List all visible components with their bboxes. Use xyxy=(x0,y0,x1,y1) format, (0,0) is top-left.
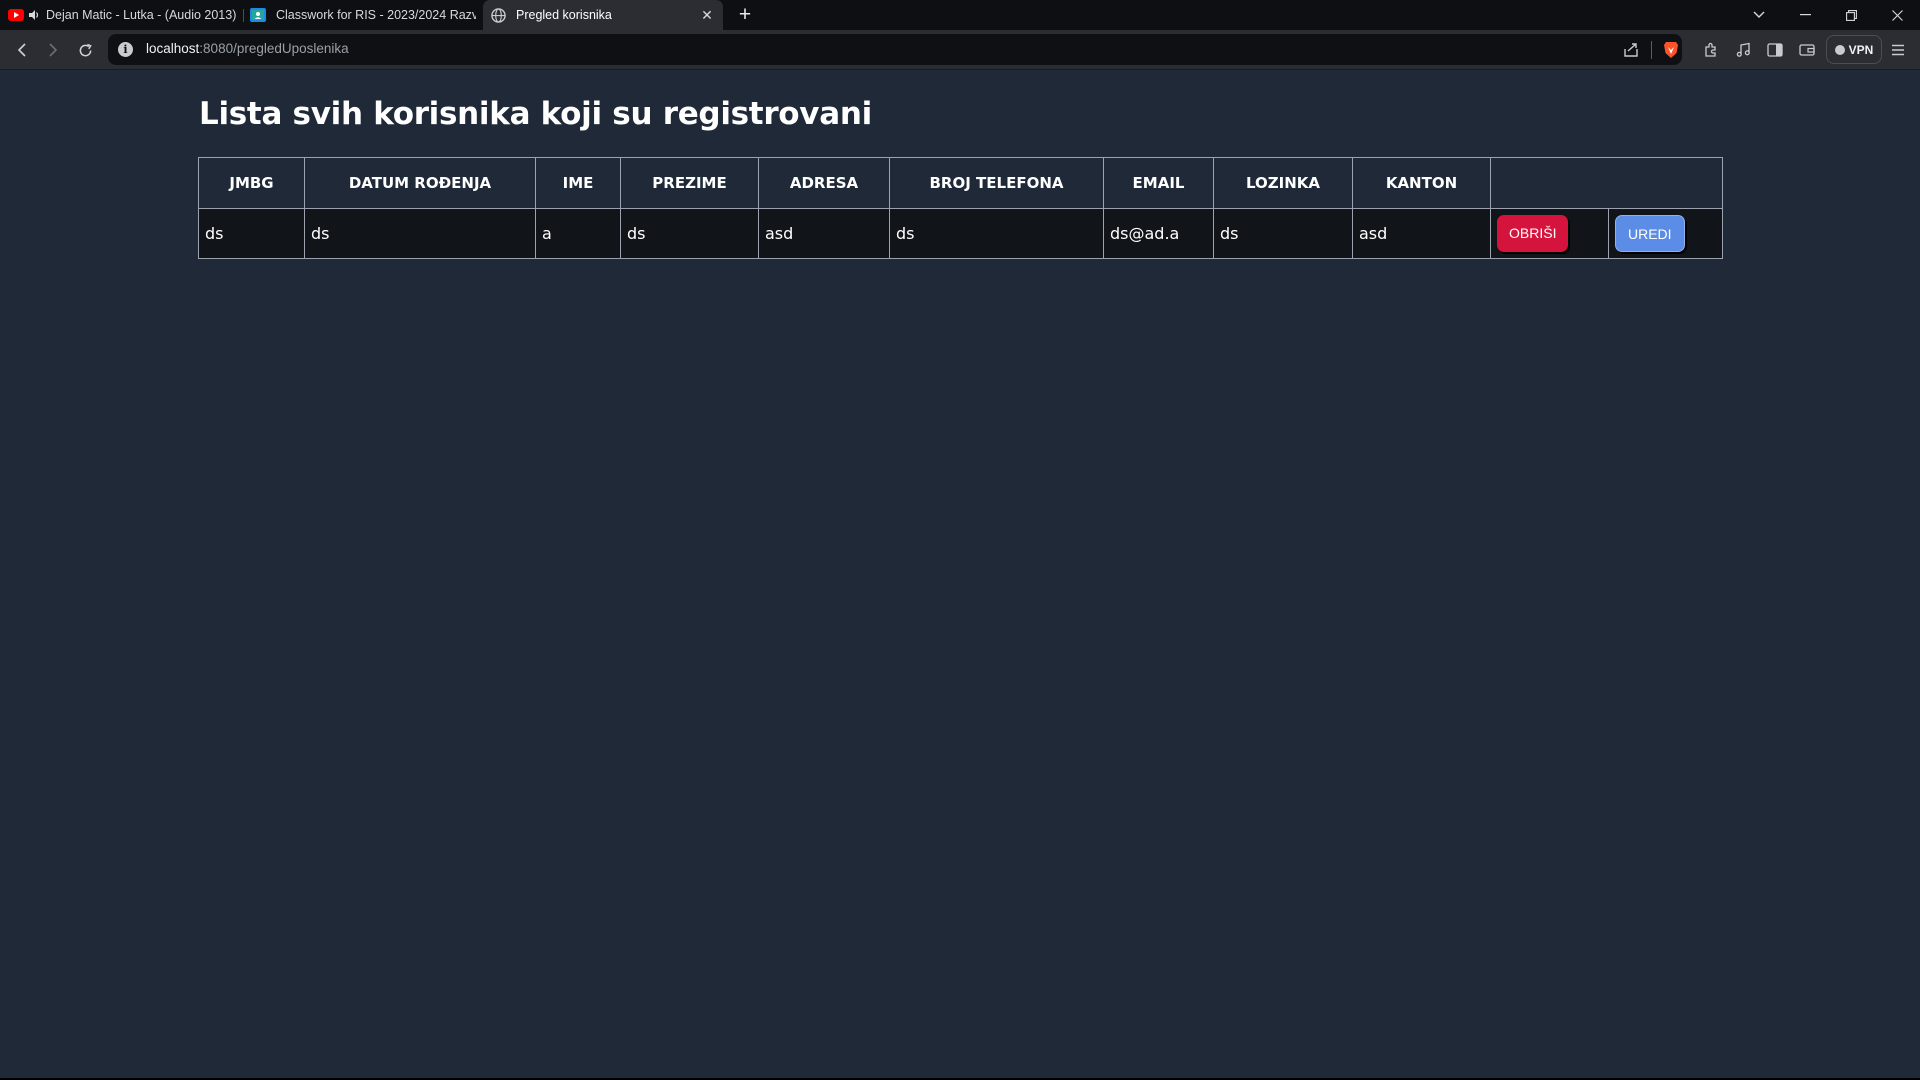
page-content: Lista svih korisnika koji su registrovan… xyxy=(0,70,1920,1078)
cell-jmbg: ds xyxy=(198,208,305,259)
close-window-icon[interactable] xyxy=(1874,0,1920,30)
vpn-status-icon xyxy=(1834,44,1845,55)
vpn-label: VPN xyxy=(1848,42,1874,57)
tab-title: Classwork for RIS - 2023/2024 Razvoj xyxy=(276,8,476,22)
table-row: ds ds a ds asd ds ds@ad.a ds asd OBRIŠI … xyxy=(198,208,1723,259)
page-title: Lista svih korisnika koji su registrovan… xyxy=(199,96,872,132)
brave-shields-icon[interactable] xyxy=(1662,41,1680,59)
browser-toolbar: i localhost:8080/pregledUposlenika VPN xyxy=(0,30,1920,70)
cell-edit: UREDI xyxy=(1608,208,1723,259)
column-header-adresa: ADRESA xyxy=(758,157,890,209)
tab-title: Dejan Matic - Lutka - (Audio 2013) xyxy=(46,8,237,22)
cell-prezime: ds xyxy=(620,208,759,259)
omnibox-divider xyxy=(1651,41,1652,59)
url-text: localhost:8080/pregledUposlenika xyxy=(146,41,349,56)
new-tab-button[interactable]: + xyxy=(734,4,756,26)
close-icon[interactable]: ✕ xyxy=(699,7,715,23)
minimize-icon[interactable] xyxy=(1782,0,1828,30)
cell-delete: OBRIŠI xyxy=(1490,208,1609,259)
reload-icon[interactable] xyxy=(73,38,97,62)
tab-youtube[interactable]: Dejan Matic - Lutka - (Audio 2013) xyxy=(8,0,238,30)
site-info-icon[interactable]: i xyxy=(118,42,133,57)
cell-lozinka: ds xyxy=(1213,208,1353,259)
edit-button[interactable]: UREDI xyxy=(1615,215,1685,252)
wallet-icon[interactable] xyxy=(1797,40,1817,60)
column-header-kanton: KANTON xyxy=(1352,157,1491,209)
tab-classroom[interactable]: Classwork for RIS - 2023/2024 Razvoj xyxy=(250,0,476,30)
cell-email: ds@ad.a xyxy=(1103,208,1214,259)
table-header-row: JMBG DATUM ROĐENJA IME PREZIME ADRESA BR… xyxy=(198,157,1723,209)
tab-search-chevron-icon[interactable] xyxy=(1736,0,1782,30)
delete-button[interactable]: OBRIŠI xyxy=(1497,215,1569,252)
classroom-icon xyxy=(250,7,266,23)
youtube-icon xyxy=(8,7,24,23)
column-header-prezime: PREZIME xyxy=(620,157,759,209)
cell-adresa: asd xyxy=(758,208,890,259)
column-header-ime: IME xyxy=(535,157,621,209)
browser-tab-strip: Dejan Matic - Lutka - (Audio 2013) Class… xyxy=(0,0,1920,30)
tab-title: Pregled korisnika xyxy=(516,8,612,22)
column-header-datum-rodjenja: DATUM ROĐENJA xyxy=(304,157,536,209)
tab-separator xyxy=(243,9,244,22)
column-header-jmbg: JMBG xyxy=(198,157,305,209)
cell-broj-telefona: ds xyxy=(889,208,1104,259)
speaker-icon[interactable] xyxy=(28,7,40,23)
sidebar-icon[interactable] xyxy=(1765,40,1785,60)
restore-icon[interactable] xyxy=(1828,0,1874,30)
globe-icon xyxy=(490,7,506,23)
back-icon[interactable] xyxy=(10,38,34,62)
cell-ime: a xyxy=(535,208,621,259)
column-header-broj-telefona: BROJ TELEFONA xyxy=(889,157,1104,209)
url-host: localhost xyxy=(146,41,200,56)
cell-datum-rodjenja: ds xyxy=(304,208,536,259)
users-table: JMBG DATUM ROĐENJA IME PREZIME ADRESA BR… xyxy=(198,157,1723,259)
tab-pregled-korisnika[interactable]: Pregled korisnika ✕ xyxy=(483,0,723,30)
column-header-email: EMAIL xyxy=(1103,157,1214,209)
column-header-lozinka: LOZINKA xyxy=(1213,157,1353,209)
media-controls-icon[interactable] xyxy=(1733,40,1753,60)
extensions-icon[interactable] xyxy=(1701,40,1721,60)
cell-kanton: asd xyxy=(1352,208,1491,259)
menu-icon[interactable] xyxy=(1888,40,1908,60)
column-header-actions xyxy=(1490,157,1723,209)
address-bar[interactable]: i localhost:8080/pregledUposlenika xyxy=(108,34,1682,65)
share-icon[interactable] xyxy=(1622,41,1640,59)
vpn-button[interactable]: VPN xyxy=(1826,35,1882,64)
forward-icon[interactable] xyxy=(41,38,65,62)
url-path: :8080/pregledUposlenika xyxy=(199,41,349,56)
